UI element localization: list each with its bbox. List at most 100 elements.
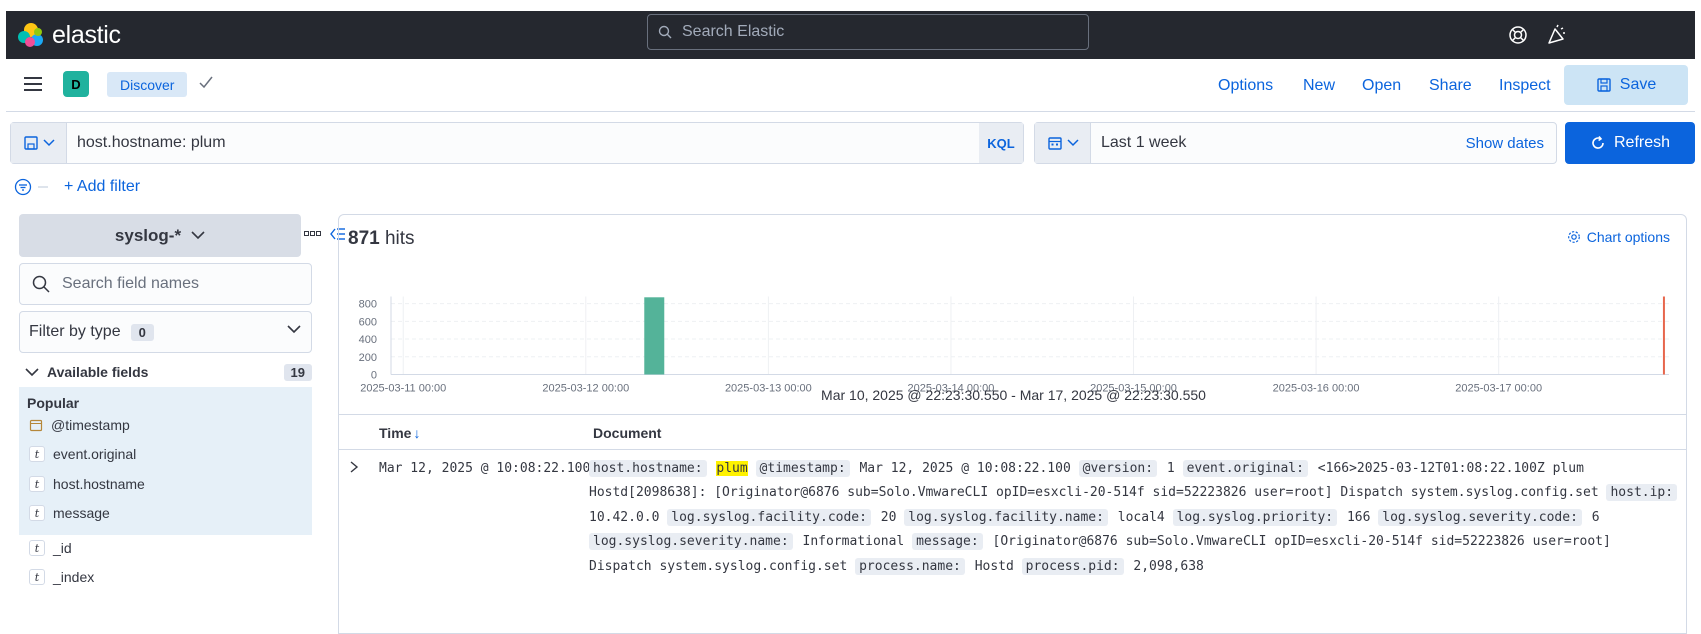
available-fields-count: 19 [283,363,312,381]
sort-descending-icon[interactable]: ↓ [413,425,420,441]
save-icon [1597,78,1611,92]
field-name: _index [53,569,95,585]
kql-language-toggle[interactable]: KQL [979,123,1023,163]
string-type-icon: t [29,476,45,492]
field-search-input[interactable]: Search field names [19,263,312,305]
global-search-placeholder: Search Elastic [682,23,785,40]
field-item-event-original[interactable]: t event.original [29,444,136,464]
calendar-icon [29,419,43,432]
doc-field-value: 6 [1591,509,1600,525]
share-link[interactable]: Share [1429,77,1472,95]
time-column-header[interactable]: Time ↓ [379,425,420,441]
inspect-link[interactable]: Inspect [1499,77,1551,95]
doc-field-key: log.syslog.priority: [1172,508,1338,526]
open-link[interactable]: Open [1362,77,1401,95]
filter-count-badge: 0 [130,323,154,341]
time-column-label: Time [379,425,412,441]
index-pattern-selector[interactable]: syslog-* [19,214,301,257]
more-options-icon[interactable] [304,231,322,237]
field-search-placeholder: Search field names [62,275,199,292]
date-picker: Last 1 week Show dates [1034,122,1557,164]
save-button[interactable]: Save [1564,65,1688,105]
space-avatar[interactable]: D [63,71,89,97]
y-tick-label: 600 [359,316,377,328]
global-search-input[interactable]: Search Elastic [647,14,1089,50]
doc-field-key: process.name: [855,557,965,575]
doc-field-value: 166 [1346,509,1371,525]
document-summary: host.hostname: plum @timestamp: Mar 12, … [589,457,1681,579]
field-item-host-hostname[interactable]: t host.hostname [29,474,145,494]
saved-query-menu-button[interactable] [11,123,67,163]
doc-field-key: log.syslog.facility.code: [667,508,871,526]
filter-by-type-dropdown[interactable]: Filter by type 0 [19,311,312,353]
query-bar: host.hostname: plum KQL [10,122,1024,164]
available-fields-label: Available fields [47,364,149,380]
field-name: host.hostname [53,476,145,492]
doc-field-key: log.syslog.severity.code: [1378,508,1582,526]
row-timestamp: Mar 12, 2025 @ 10:08:22.100 [379,461,591,476]
menu-toggle-button[interactable] [24,77,42,91]
filter-menu-icon[interactable] [14,178,32,196]
hits-label: hits [384,228,415,249]
hits-counter: 871 hits [348,228,415,250]
document-column-header: Document [593,425,662,441]
doc-field-key: @timestamp: [755,460,850,477]
divider [38,186,48,188]
string-type-icon: t [29,540,45,556]
field-name: @timestamp [51,417,130,433]
doc-field-value: Hostd [974,558,1014,574]
doc-field-value: 1 [1166,461,1175,476]
y-tick-label: 400 [359,334,377,346]
refresh-label: Refresh [1613,134,1671,151]
doc-field-value: 10.42.0.0 [589,509,660,525]
doc-field-value: local4 [1117,509,1165,525]
chevron-down-icon [25,367,39,376]
histogram-bar[interactable] [644,297,665,375]
index-pattern-label: syslog-* [114,225,182,245]
doc-field-value: Mar 12, 2025 @ 10:08:22.100 [859,461,1071,476]
news-feed-icon[interactable] [1545,23,1569,47]
string-type-icon: t [29,505,45,521]
help-icon[interactable] [1506,23,1530,47]
show-dates-link[interactable]: Show dates [1466,135,1544,152]
quick-select-button[interactable] [1035,123,1091,163]
filter-bar: + Add filter [14,175,140,199]
field-item-timestamp[interactable]: @timestamp [29,415,130,435]
field-item-id[interactable]: t _id [29,538,72,558]
refresh-button[interactable]: Refresh [1565,122,1695,164]
chart-options-label: Chart options [1586,229,1670,245]
popular-fields-title: Popular [27,395,80,411]
save-label: Save [1619,76,1657,93]
time-range-label[interactable]: Last 1 week [1101,134,1186,152]
doc-field-key: message: [912,533,983,551]
field-item-message[interactable]: t message [29,503,110,523]
available-fields-toggle[interactable]: Available fields 19 [25,361,312,383]
breadcrumb-discover[interactable]: Discover [107,72,188,97]
results-panel: 871 hits Chart options 0 200 400 600 800 2025… [338,214,1687,634]
options-link[interactable]: Options [1218,77,1273,95]
chart-options-button[interactable]: Chart options [1567,229,1670,245]
gear-icon [1567,231,1580,243]
chevron-down-icon [1066,139,1079,147]
hits-count: 871 [348,228,380,249]
add-filter-button[interactable]: + Add filter [64,178,140,196]
popular-fields-group: Popular @timestamp t event.original t ho… [19,387,312,535]
elastic-logo[interactable]: elastic [18,19,121,51]
new-link[interactable]: New [1303,77,1335,95]
query-input[interactable]: host.hostname: plum [77,134,226,152]
field-item-index[interactable]: t _index [29,567,94,587]
search-icon [658,25,672,39]
logo-text: elastic [52,20,121,49]
field-name: message [53,505,110,521]
search-icon [32,275,50,293]
refresh-icon [1592,135,1604,149]
discover-app: elastic Search Elastic D Discover Option… [6,11,1695,634]
app-toolbar: D Discover Options New Open Share Inspec… [6,59,1695,112]
field-sidebar: syslog-* Search field names Filter by ty… [19,214,345,634]
chevron-down-icon [191,231,205,240]
doc-field-value: 2,098,638 [1133,558,1204,574]
doc-field-value: 20 [880,509,897,525]
expand-row-icon[interactable] [349,461,359,473]
doc-field-key: process.pid: [1021,557,1124,575]
doc-field-key: @version: [1078,460,1158,477]
